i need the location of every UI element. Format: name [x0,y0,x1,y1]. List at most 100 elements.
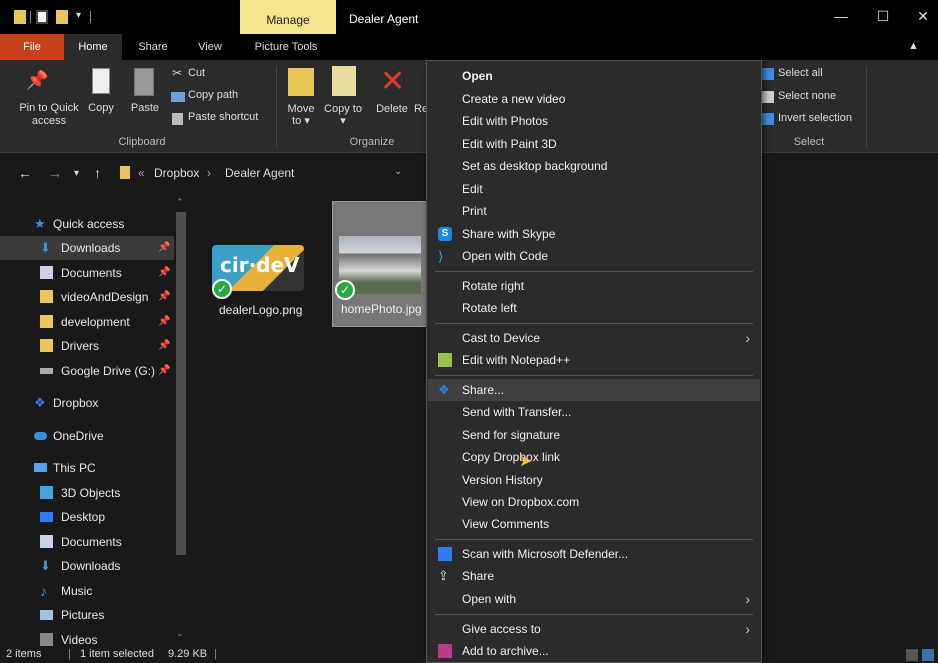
menu-item-copy-dropbox-link[interactable]: Copy Dropbox link [428,446,760,468]
invert-selection-button[interactable]: Invert selection [778,112,852,124]
nav-pictures[interactable]: Pictures [0,603,174,627]
menu-item-create-video[interactable]: Create a new video [428,88,760,110]
copy-to-icon [332,66,356,96]
forward-arrow-icon[interactable]: → [48,165,62,181]
copy-button[interactable]: Copy [86,102,116,114]
menu-label: View Comments [462,517,550,531]
folder-icon[interactable] [14,10,26,24]
pin-icon[interactable]: 📌 [158,285,170,309]
pin-icon[interactable]: 📌 [158,261,170,285]
tab-picture-tools[interactable]: Picture Tools [244,34,328,60]
back-arrow-icon[interactable]: ← [18,165,32,181]
up-arrow-icon[interactable]: ↑ [94,165,101,181]
menu-item-edit-photos[interactable]: Edit with Photos [428,110,760,132]
qat-dropdown-icon[interactable]: ▾ [76,10,81,21]
nav-label: Quick access [53,217,125,231]
large-icons-view-icon[interactable] [922,649,934,661]
pin-icon[interactable]: 📌 [158,359,170,383]
nav-this-pc[interactable]: This PC [0,456,174,480]
overflow-chevron[interactable]: « [138,166,145,180]
menu-item-give-access[interactable]: Give access to › [428,618,760,640]
menu-item-notepadpp[interactable]: Edit with Notepad++ [428,349,760,371]
nav-3d-objects[interactable]: 3D Objects [0,481,174,505]
menu-item-edit[interactable]: Edit [428,178,760,200]
menu-item-rotate-right[interactable]: Rotate right [428,275,760,297]
address-box[interactable]: « Dropbox › Dealer Agent ⌄ [112,160,424,186]
breadcrumb-dropbox[interactable]: Dropbox [154,166,199,180]
copy-path-button[interactable]: Copy path [188,89,238,101]
nav-videos[interactable]: Videos [0,628,174,647]
recent-locations-icon[interactable]: ▾ [74,168,79,179]
delete-button[interactable]: Delete [372,103,412,115]
logo-text: cir·deV [220,253,300,277]
menu-item-view-comments[interactable]: View Comments [428,513,760,535]
menu-item-scan-defender[interactable]: Scan with Microsoft Defender... [428,543,760,565]
new-folder-icon[interactable] [56,10,68,24]
menu-item-view-dropbox[interactable]: View on Dropbox.com [428,491,760,513]
file-item-homephoto[interactable]: ✓ homePhoto.jpg [332,201,428,327]
cut-button[interactable]: Cut [188,67,205,79]
details-view-icon[interactable] [906,649,918,661]
address-dropdown-icon[interactable]: ⌄ [394,166,402,177]
menu-label: Edit with Photos [462,114,549,128]
properties-icon[interactable] [36,10,48,24]
title-bar: ▾ Manage Dealer Agent — ☐ ✕ [0,0,938,34]
nav-drivers[interactable]: Drivers 📌 [0,334,174,358]
manage-tab[interactable]: Manage [240,0,336,34]
pin-icon[interactable]: 📌 [158,236,170,260]
menu-item-open-code[interactable]: ⟩ Open with Code [428,245,760,267]
maximize-button[interactable]: ☐ [868,8,898,28]
scroll-up-icon[interactable]: ⌃ [176,197,184,208]
paste-shortcut-button[interactable]: Paste shortcut [188,111,258,123]
menu-item-version-history[interactable]: Version History [428,469,760,491]
nav-documents[interactable]: Documents [0,530,174,554]
chevron-up-icon[interactable]: ▲ [908,40,919,52]
download-icon: ⬇ [40,240,51,255]
nav-downloads-pinned[interactable]: ⬇ Downloads 📌 [0,236,174,260]
move-to-button[interactable]: Move to ▾ [282,103,320,127]
pin-quick-access-button[interactable]: Pin to Quick access [14,102,84,128]
menu-item-add-archive[interactable]: Add to archive... [428,640,760,662]
menu-item-send-signature[interactable]: Send for signature [428,424,760,446]
context-menu: Open Create a new video Edit with Photos… [426,60,762,663]
nav-dropbox[interactable]: ❖ Dropbox [0,391,174,415]
menu-item-share[interactable]: ⇪ Share [428,565,760,587]
nav-music[interactable]: ♪ Music [0,579,174,603]
nav-videoanddesign[interactable]: videoAndDesign 📌 [0,285,174,309]
close-button[interactable]: ✕ [908,8,938,28]
menu-separator [435,614,753,615]
menu-item-share-skype[interactable]: S Share with Skype [428,223,760,245]
nav-google-drive[interactable]: Google Drive (G:) 📌 [0,359,174,383]
paste-button[interactable]: Paste [128,102,162,114]
menu-item-open-with[interactable]: Open with › [428,588,760,610]
pin-icon[interactable]: 📌 [158,310,170,334]
select-none-button[interactable]: Select none [778,90,836,102]
music-icon: ♪ [40,583,47,599]
tab-share[interactable]: Share [128,34,178,60]
menu-item-send-transfer[interactable]: Send with Transfer... [428,401,760,423]
nav-quick-access[interactable]: ★ Quick access [0,212,174,236]
nav-development[interactable]: development 📌 [0,310,174,334]
tab-home[interactable]: Home [64,34,122,60]
pin-icon[interactable]: 📌 [158,334,170,358]
nav-scrollbar-thumb[interactable] [176,212,186,555]
nav-desktop[interactable]: Desktop [0,505,174,529]
tab-file[interactable]: File [0,34,64,60]
nav-onedrive[interactable]: OneDrive [0,424,174,448]
breadcrumb-dealer-agent[interactable]: Dealer Agent [225,166,294,180]
scroll-down-icon[interactable]: ⌄ [176,628,184,639]
menu-item-set-background[interactable]: Set as desktop background [428,155,760,177]
tab-view[interactable]: View [186,34,234,60]
menu-item-rotate-left[interactable]: Rotate left [428,297,760,319]
minimize-button[interactable]: — [826,8,856,28]
nav-label: Documents [61,535,122,549]
nav-downloads[interactable]: ⬇ Downloads [0,554,174,578]
select-all-button[interactable]: Select all [778,67,823,79]
menu-item-cast-device[interactable]: Cast to Device › [428,327,760,349]
menu-item-open[interactable]: Open [428,65,760,87]
menu-item-print[interactable]: Print [428,200,760,222]
menu-item-edit-paint3d[interactable]: Edit with Paint 3D [428,133,760,155]
nav-documents-pinned[interactable]: Documents 📌 [0,261,174,285]
copy-to-button[interactable]: Copy to ▾ [324,103,362,127]
menu-item-dropbox-share[interactable]: ❖ Share... [428,379,760,401]
